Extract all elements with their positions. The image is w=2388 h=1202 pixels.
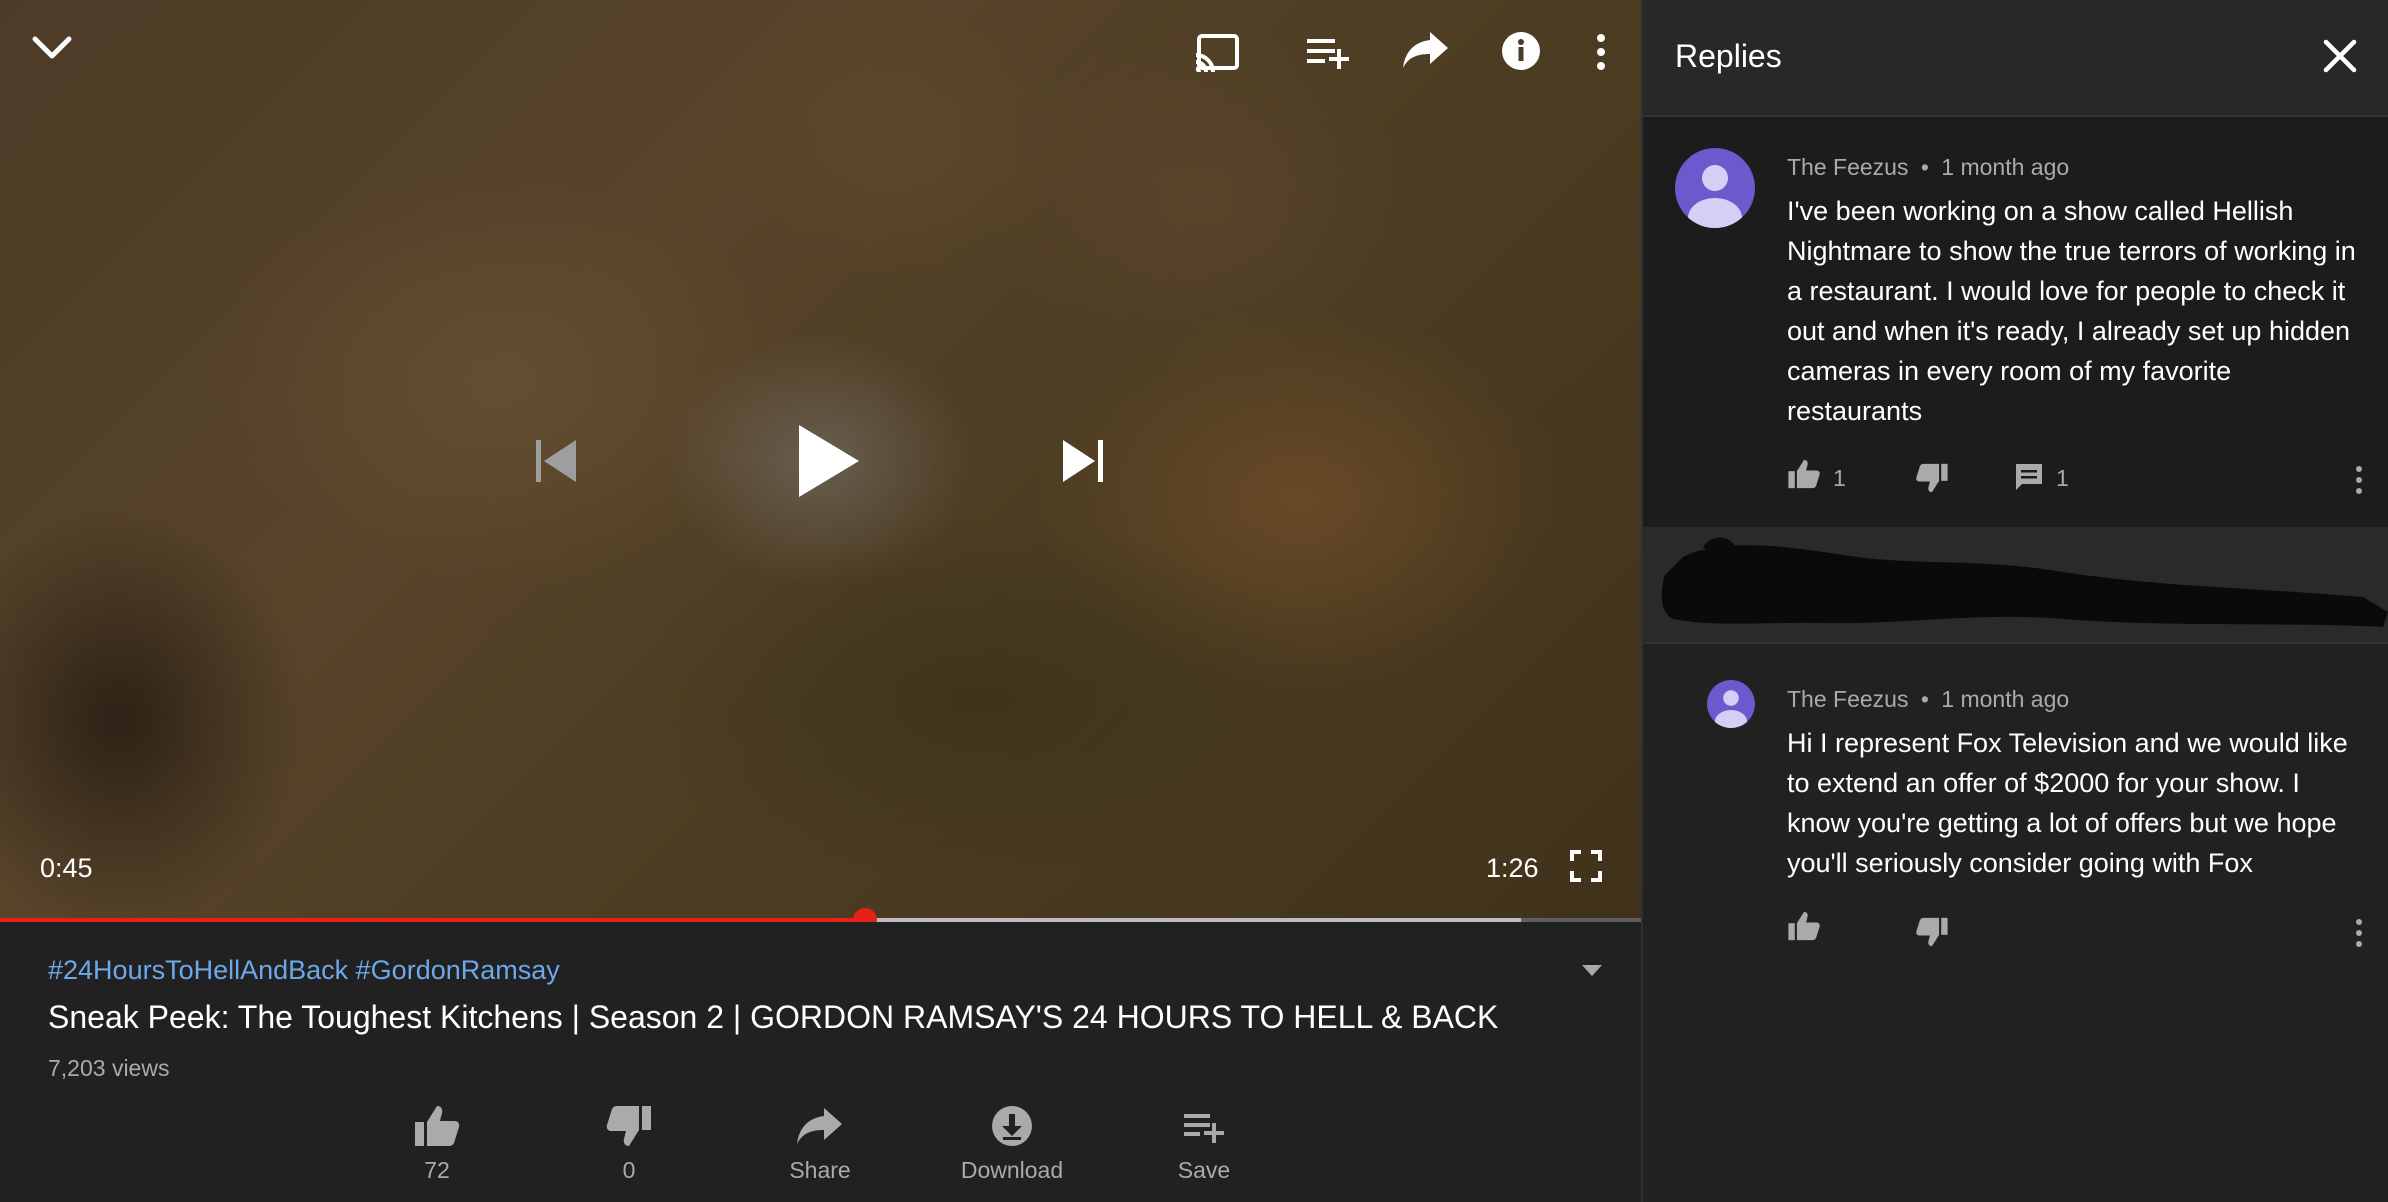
video-player[interactable]: 0:45 1:26 bbox=[0, 0, 1641, 920]
comment-icon[interactable] bbox=[2014, 462, 2044, 492]
thumb-down-icon[interactable] bbox=[1915, 462, 1949, 494]
more-vert-icon[interactable] bbox=[1593, 32, 1609, 72]
skip-previous-icon[interactable] bbox=[534, 438, 578, 484]
video-info: #24HoursToHellAndBack #GordonRamsay Snea… bbox=[0, 922, 1641, 1202]
comment-like-count: 1 bbox=[1833, 465, 1846, 491]
playlist-add-icon[interactable] bbox=[1305, 35, 1351, 71]
thumb-up-icon[interactable] bbox=[1787, 458, 1821, 490]
comment-text: Hi I represent Fox Television and we wou… bbox=[1787, 728, 2348, 878]
cast-icon[interactable] bbox=[1193, 33, 1241, 73]
thumb-up-icon[interactable] bbox=[1787, 910, 1821, 942]
more-vert-icon[interactable] bbox=[2354, 918, 2364, 948]
current-time: 0:45 bbox=[40, 853, 93, 883]
default-avatar-icon bbox=[1688, 165, 1742, 228]
info-icon[interactable] bbox=[1501, 31, 1541, 71]
thumb-down-icon[interactable] bbox=[1915, 916, 1949, 948]
like-button[interactable]: 72 bbox=[357, 1104, 517, 1184]
expand-description-icon[interactable] bbox=[1580, 962, 1604, 978]
like-count: 72 bbox=[424, 1157, 450, 1183]
more-vert-icon[interactable] bbox=[2354, 465, 2364, 495]
reply-comment: The Feezus • 1 month ago Hi I represent … bbox=[1643, 642, 2388, 962]
view-count: 7,203 views bbox=[48, 1055, 170, 1081]
separator-dot: • bbox=[1920, 686, 1929, 712]
share-icon bbox=[797, 1108, 842, 1144]
parent-comment: The Feezus • 1 month ago I've been worki… bbox=[1643, 117, 2388, 527]
comment-reply-count: 1 bbox=[2056, 465, 2069, 491]
save-button[interactable]: Save bbox=[1124, 1104, 1284, 1184]
dislike-count: 0 bbox=[622, 1157, 636, 1183]
comment-author[interactable]: The Feezus bbox=[1787, 154, 1908, 180]
play-icon[interactable] bbox=[797, 423, 861, 499]
comment-meta: The Feezus • 1 month ago bbox=[1787, 686, 2069, 713]
save-label: Save bbox=[1177, 1157, 1231, 1183]
comment-time: 1 month ago bbox=[1941, 686, 2070, 712]
comment-author[interactable]: The Feezus bbox=[1787, 686, 1908, 712]
comment-actions bbox=[1787, 910, 2367, 950]
fullscreen-icon[interactable] bbox=[1570, 850, 1602, 882]
share-label: Share bbox=[789, 1157, 851, 1183]
avatar[interactable] bbox=[1707, 680, 1755, 728]
thumb-up-icon bbox=[415, 1106, 460, 1146]
comment-actions: 1 1 bbox=[1787, 458, 2367, 498]
comment-meta: The Feezus • 1 month ago bbox=[1787, 154, 2069, 181]
share-icon[interactable] bbox=[1402, 30, 1450, 70]
playlist-add-icon bbox=[1184, 1114, 1224, 1143]
download-icon bbox=[992, 1106, 1032, 1146]
share-button[interactable]: Share bbox=[740, 1104, 900, 1184]
replies-title: Replies bbox=[1675, 38, 1782, 74]
download-label: Download bbox=[960, 1157, 1064, 1183]
comment-text: I've been working on a show called Helli… bbox=[1787, 196, 2356, 426]
video-hashtags[interactable]: #24HoursToHellAndBack #GordonRamsay bbox=[48, 955, 560, 986]
download-button[interactable]: Download bbox=[932, 1104, 1092, 1184]
video-title[interactable]: Sneak Peek: The Toughest Kitchens | Seas… bbox=[48, 999, 1498, 1036]
replies-header: Replies bbox=[1643, 0, 2388, 117]
avatar[interactable] bbox=[1675, 148, 1755, 228]
redaction-mark bbox=[1661, 537, 2388, 627]
close-icon[interactable] bbox=[2322, 38, 2358, 74]
dislike-button[interactable]: 0 bbox=[549, 1104, 709, 1184]
chevron-down-icon[interactable] bbox=[30, 32, 74, 64]
separator-dot: • bbox=[1920, 154, 1929, 180]
redacted-scribble bbox=[1643, 527, 2388, 644]
duration: 1:26 bbox=[1486, 853, 1539, 883]
replies-panel: Replies The Feezus • 1 month ago I've be… bbox=[1641, 0, 2388, 1202]
default-avatar-icon bbox=[1714, 690, 1748, 728]
skip-next-icon[interactable] bbox=[1061, 438, 1105, 484]
thumb-down-icon bbox=[606, 1106, 651, 1146]
comment-time: 1 month ago bbox=[1941, 154, 2070, 180]
